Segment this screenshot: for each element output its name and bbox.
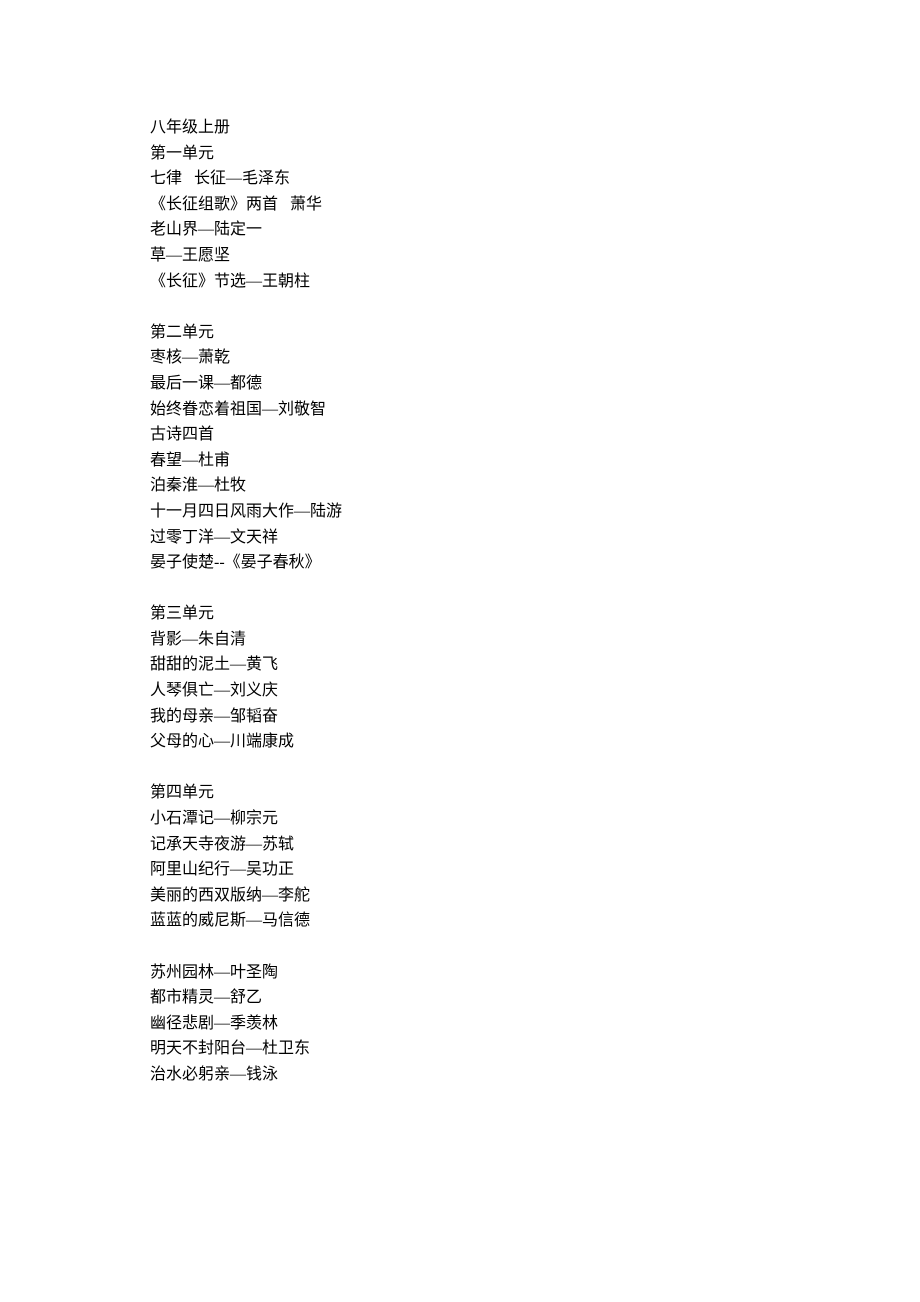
document-title: 八年级上册	[150, 115, 770, 141]
content-line: 美丽的西双版纳—李舵	[150, 883, 770, 909]
content-line: 春望—杜甫	[150, 448, 770, 474]
content-line: 我的母亲—邹韬奋	[150, 704, 770, 730]
section-break	[150, 934, 770, 960]
section-break	[150, 576, 770, 602]
content-line: 治水必躬亲—钱泳	[150, 1062, 770, 1088]
content-line: 父母的心—川端康成	[150, 729, 770, 755]
content-line: 苏州园林—叶圣陶	[150, 960, 770, 986]
content-line: 古诗四首	[150, 422, 770, 448]
content-line: 晏子使楚--《晏子春秋》	[150, 550, 770, 576]
content-line: 过零丁洋—文天祥	[150, 525, 770, 551]
content-container: 第一单元七律 长征—毛泽东《长征组歌》两首 萧华老山界—陆定一草—王愿坚《长征》…	[150, 141, 770, 1088]
content-line: 始终眷恋着祖国—刘敬智	[150, 397, 770, 423]
section-heading: 第二单元	[150, 320, 770, 346]
content-line: 背影—朱自清	[150, 627, 770, 653]
content-line: 甜甜的泥土—黄飞	[150, 652, 770, 678]
content-line: 枣核—萧乾	[150, 345, 770, 371]
content-line: 最后一课—都德	[150, 371, 770, 397]
content-line: 蓝蓝的威尼斯—马信德	[150, 908, 770, 934]
content-line: 《长征》节选—王朝柱	[150, 269, 770, 295]
content-line: 记承天寺夜游—苏轼	[150, 832, 770, 858]
content-line: 明天不封阳台—杜卫东	[150, 1036, 770, 1062]
content-line: 草—王愿坚	[150, 243, 770, 269]
section-break	[150, 294, 770, 320]
content-line: 老山界—陆定一	[150, 217, 770, 243]
section-heading: 第三单元	[150, 601, 770, 627]
content-line: 阿里山纪行—吴功正	[150, 857, 770, 883]
content-line: 七律 长征—毛泽东	[150, 166, 770, 192]
document-page: 八年级上册 第一单元七律 长征—毛泽东《长征组歌》两首 萧华老山界—陆定一草—王…	[0, 0, 920, 1302]
section-heading: 第四单元	[150, 780, 770, 806]
section-heading: 第一单元	[150, 141, 770, 167]
section-break	[150, 755, 770, 781]
content-line: 幽径悲剧—季羡林	[150, 1011, 770, 1037]
content-line: 都市精灵—舒乙	[150, 985, 770, 1011]
content-line: 小石潭记—柳宗元	[150, 806, 770, 832]
content-line: 泊秦淮—杜牧	[150, 473, 770, 499]
content-line: 《长征组歌》两首 萧华	[150, 192, 770, 218]
content-line: 人琴俱亡—刘义庆	[150, 678, 770, 704]
content-line: 十一月四日风雨大作—陆游	[150, 499, 770, 525]
